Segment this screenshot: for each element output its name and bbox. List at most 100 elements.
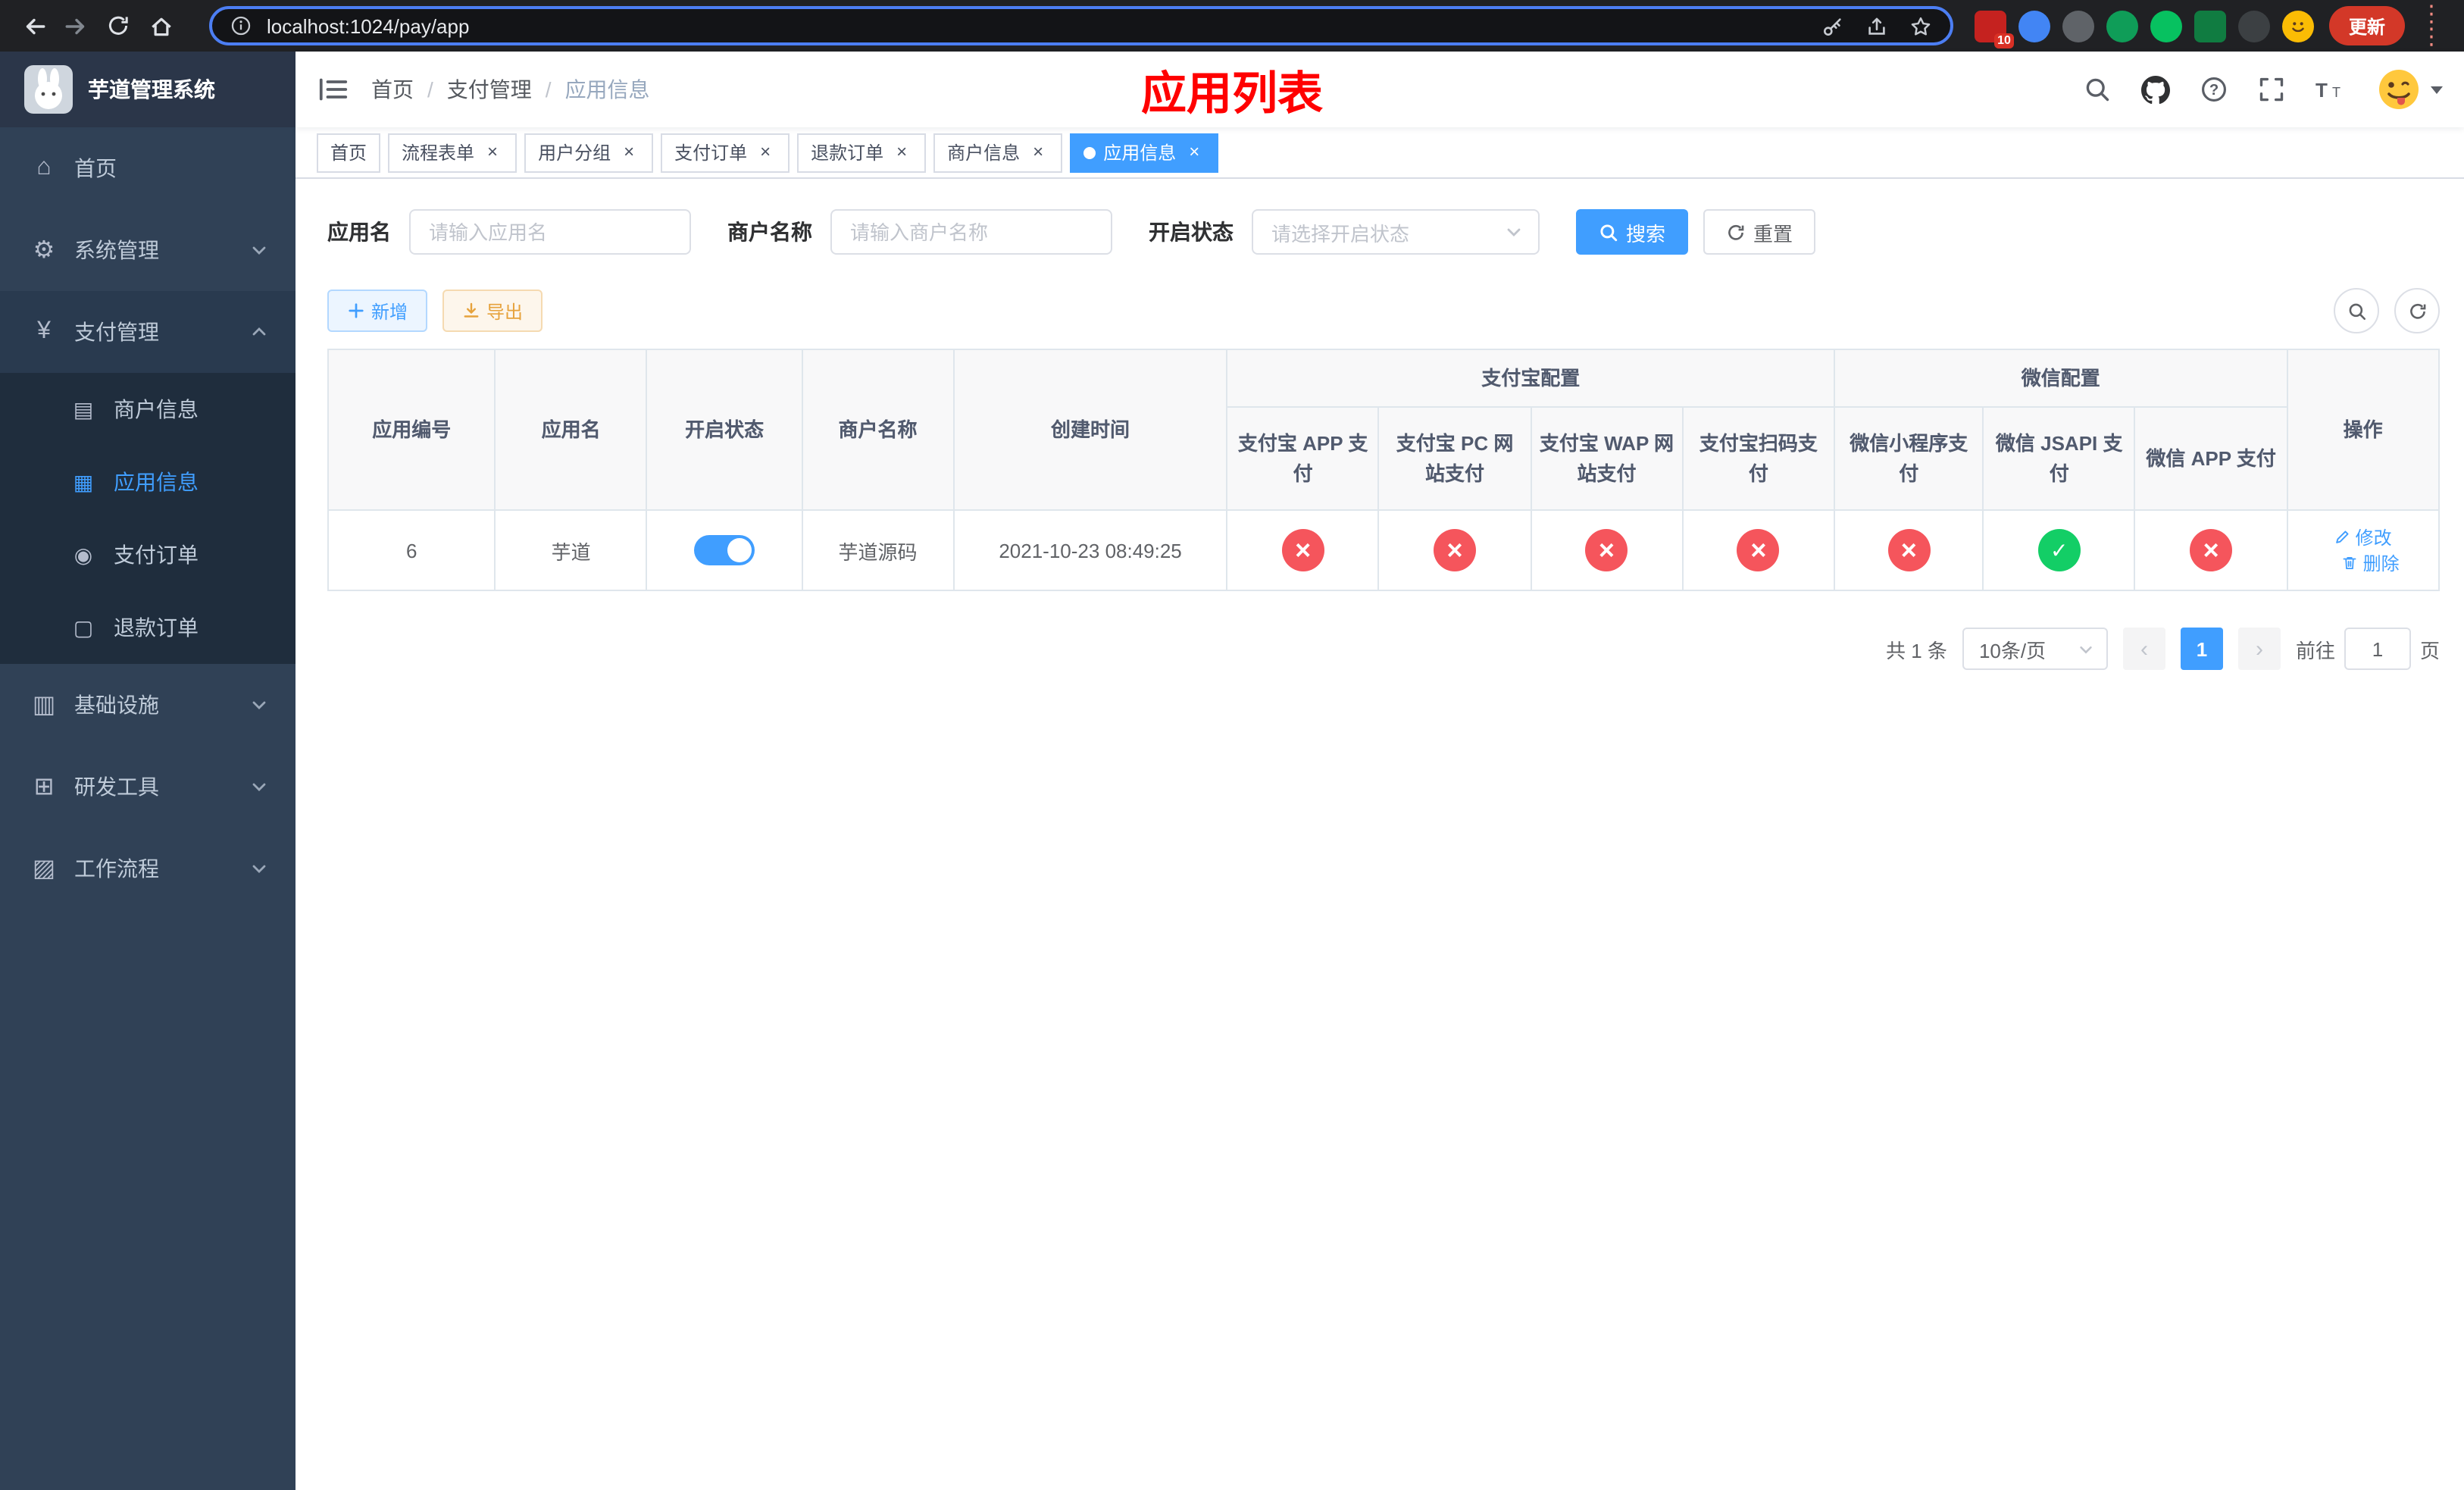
cell-wechat-app <box>2134 509 2288 591</box>
browser-menu-icon[interactable]: ⋮ ⋮ <box>2405 3 2452 49</box>
tab-close-icon[interactable]: × <box>1184 141 1205 163</box>
app-logo[interactable]: 芋道管理系统 <box>0 52 295 127</box>
edit-link[interactable]: 修改 <box>2334 524 2392 550</box>
reset-button[interactable]: 重置 <box>1703 209 1816 255</box>
search-button[interactable]: 搜索 <box>1576 209 1689 255</box>
breadcrumb-separator: / <box>545 77 552 102</box>
extension-shield-icon[interactable]: 10 <box>1974 10 2014 48</box>
cell-status <box>646 509 803 591</box>
extension-green-book-icon[interactable] <box>2194 10 2226 42</box>
extension-gray-icon[interactable] <box>2062 10 2094 42</box>
help-icon[interactable]: ? <box>2200 76 2228 103</box>
key-icon[interactable] <box>1821 14 1844 37</box>
url-text[interactable]: localhost:1024/pay/app <box>267 14 1821 37</box>
tab-close-icon[interactable]: × <box>1027 141 1049 163</box>
add-button[interactable]: 新增 <box>327 290 428 332</box>
check-circle-icon <box>2037 529 2081 571</box>
filter-label: 开启状态 <box>1149 220 1234 244</box>
back-icon[interactable] <box>12 5 55 47</box>
cross-circle-icon <box>1887 529 1931 571</box>
sidebar-item-app-info[interactable]: ▦ 应用信息 <box>0 446 295 518</box>
forward-icon[interactable] <box>55 5 97 47</box>
tab-close-icon[interactable]: × <box>482 141 503 163</box>
status-select[interactable]: 请选择开启状态 <box>1252 209 1540 255</box>
cell-app-name: 芋道 <box>494 509 648 591</box>
browser-update-button[interactable]: 更新 <box>2328 6 2405 45</box>
github-icon[interactable] <box>2141 75 2170 104</box>
extension-blue-icon[interactable] <box>2018 10 2050 42</box>
app-name-input[interactable] <box>409 209 691 255</box>
column-header-alipay-pc: 支付宝 PC 网站支付 <box>1377 406 1532 511</box>
prev-page-button[interactable]: ‹ <box>2122 628 2165 670</box>
tab-home[interactable]: 首页 <box>317 133 381 172</box>
tab-close-icon[interactable]: × <box>618 141 639 163</box>
tab-app-info[interactable]: 应用信息 × <box>1070 133 1219 172</box>
bookmark-star-icon[interactable] <box>1909 14 1932 37</box>
app-shell: 芋道管理系统 ⌂ 首页 ⚙ 系统管理 ¥ 支付管理 ▤ 商户信息 ▦ 应用信息 … <box>0 52 2464 1490</box>
extension-emoji-icon[interactable] <box>2281 10 2314 42</box>
sidebar-item-label: 基础设施 <box>74 693 159 717</box>
font-size-icon[interactable]: TT <box>2315 77 2346 102</box>
extension-puzzle-icon[interactable] <box>2237 10 2270 42</box>
extension-badge: 10 <box>1994 33 2014 48</box>
tab-pay-order[interactable]: 支付订单 × <box>661 133 790 172</box>
sidebar-item-merchant-info[interactable]: ▤ 商户信息 <box>0 373 295 446</box>
column-header-alipay-wap: 支付宝 WAP 网站支付 <box>1530 406 1684 511</box>
cell-alipay-pc <box>1377 509 1532 591</box>
refresh-icon[interactable] <box>2394 288 2440 333</box>
reload-icon[interactable] <box>97 5 139 47</box>
sidebar-item-pay-order[interactable]: ◉ 支付订单 <box>0 518 295 591</box>
sidebar-item-label: 支付订单 <box>114 543 199 567</box>
chevron-down-icon <box>250 778 268 796</box>
tab-merchant-info[interactable]: 商户信息 × <box>933 133 1063 172</box>
breadcrumb-home[interactable]: 首页 <box>371 74 414 105</box>
sidebar-item-home[interactable]: ⌂ 首页 <box>0 127 295 209</box>
toggle-search-icon[interactable] <box>2334 288 2379 333</box>
delete-link[interactable]: 删除 <box>2342 550 2400 576</box>
search-icon[interactable] <box>2084 76 2111 103</box>
sidebar-item-system[interactable]: ⚙ 系统管理 <box>0 209 295 291</box>
breadcrumb-payment[interactable]: 支付管理 <box>447 74 532 105</box>
column-header-actions: 操作 <box>2286 349 2441 511</box>
user-menu[interactable] <box>2376 67 2443 112</box>
cell-wechat-jsapi <box>1982 509 2136 591</box>
extension-wechat-icon[interactable] <box>2150 10 2182 42</box>
extension-green-leaf-icon[interactable] <box>2106 10 2138 42</box>
fullscreen-icon[interactable] <box>2258 76 2285 103</box>
home-icon[interactable] <box>139 5 182 47</box>
site-info-icon[interactable] <box>230 15 252 36</box>
page-number-1[interactable]: 1 <box>2180 628 2223 670</box>
page-size-select[interactable]: 10条/页 <box>1962 628 2108 670</box>
goto-page-input[interactable] <box>2344 628 2411 670</box>
tab-process-form[interactable]: 流程表单 × <box>388 133 518 172</box>
table-toolbar: 新增 导出 <box>327 288 2440 333</box>
tab-label: 商户信息 <box>947 142 1021 164</box>
address-bar[interactable]: localhost:1024/pay/app <box>209 6 1953 45</box>
sidebar-item-refund-order[interactable]: ▢ 退款订单 <box>0 591 295 664</box>
sidebar-item-devtools[interactable]: ⊞ 研发工具 <box>0 746 295 828</box>
filter-label: 应用名 <box>327 220 391 244</box>
next-page-button[interactable]: › <box>2237 628 2281 670</box>
enabled-toggle[interactable] <box>694 535 755 565</box>
chevron-down-icon <box>1505 223 1523 241</box>
sidebar-item-payment[interactable]: ¥ 支付管理 <box>0 291 295 373</box>
merchant-name-input[interactable] <box>830 209 1112 255</box>
tab-label: 应用信息 <box>1103 142 1177 164</box>
share-icon[interactable] <box>1865 14 1888 37</box>
sidebar-item-label: 工作流程 <box>74 856 159 881</box>
app-grid-icon: ▦ <box>73 469 94 493</box>
app-title: 芋道管理系统 <box>88 77 215 102</box>
svg-text:?: ? <box>2209 82 2219 99</box>
sidebar-item-label: 支付管理 <box>74 320 159 344</box>
sidebar-toggle-icon[interactable] <box>295 52 371 127</box>
tab-close-icon[interactable]: × <box>755 141 776 163</box>
sidebar-item-workflow[interactable]: ▨ 工作流程 <box>0 828 295 909</box>
sidebar-item-label: 首页 <box>74 156 117 180</box>
export-button[interactable]: 导出 <box>442 290 543 332</box>
active-dot <box>1083 146 1096 158</box>
group-header-wechat: 微信配置 <box>1834 349 2288 408</box>
sidebar-item-infrastructure[interactable]: ▥ 基础设施 <box>0 664 295 746</box>
tab-refund-order[interactable]: 退款订单 × <box>797 133 927 172</box>
tab-close-icon[interactable]: × <box>891 141 912 163</box>
tab-user-group[interactable]: 用户分组 × <box>524 133 654 172</box>
